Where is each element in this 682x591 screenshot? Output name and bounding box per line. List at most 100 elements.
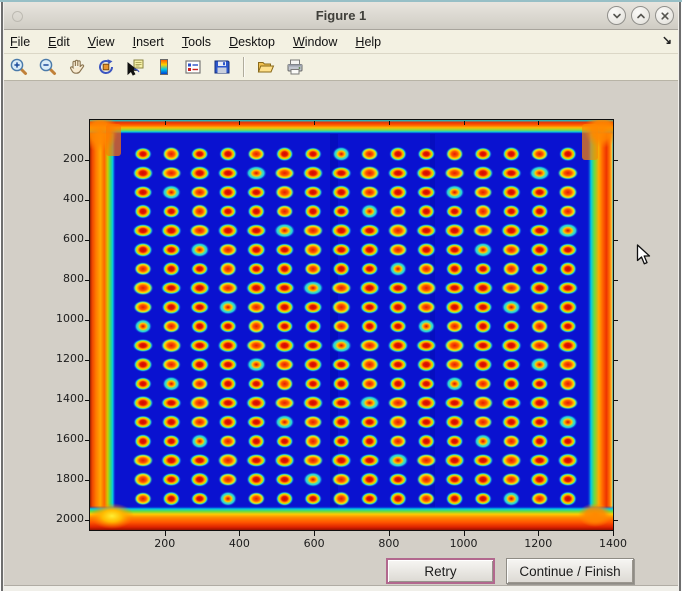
menu-window[interactable]: Window [284, 33, 346, 51]
spot [189, 280, 210, 295]
menu-file[interactable]: File [1, 33, 39, 51]
dock-figure-icon[interactable]: ↘ [662, 33, 672, 47]
data-cursor-button[interactable] [124, 56, 146, 78]
spot [417, 434, 435, 449]
spot [303, 472, 323, 487]
x-tick-mark [165, 531, 166, 536]
open-file-button[interactable] [255, 56, 277, 78]
spot [558, 358, 578, 372]
spot [531, 434, 549, 449]
colorbar-button[interactable] [153, 56, 175, 78]
hot-corner-bottom-left [90, 503, 134, 529]
spot [219, 491, 237, 506]
y-tick-mark-right [614, 520, 618, 521]
spot [501, 338, 522, 353]
spot [189, 339, 210, 353]
spot [275, 243, 295, 257]
save-button[interactable] [211, 56, 233, 78]
spot [274, 166, 295, 180]
spot [247, 492, 265, 506]
spot [274, 223, 295, 238]
spot [417, 492, 435, 506]
spot [474, 492, 492, 506]
spot [133, 242, 153, 257]
retry-button[interactable]: Retry [386, 558, 495, 584]
y-tick-mark-right [614, 160, 618, 161]
spot [302, 280, 323, 295]
y-tick-label: 800 [38, 272, 84, 285]
rotate-3d-button[interactable] [95, 56, 117, 78]
spot [529, 339, 550, 353]
spot [161, 243, 181, 257]
legend-button[interactable] [182, 56, 204, 78]
spot [472, 395, 493, 410]
spot [501, 166, 522, 180]
spot [331, 358, 351, 372]
hot-edge-left [90, 120, 116, 530]
chevron-down-icon [611, 10, 623, 22]
shade-button[interactable] [607, 6, 626, 25]
spot [161, 338, 182, 353]
spot [303, 357, 323, 372]
spot [557, 338, 578, 353]
spot [472, 166, 493, 181]
print-button[interactable] [284, 56, 306, 78]
zoom-in-button[interactable] [8, 56, 30, 78]
y-tick-label: 600 [38, 232, 84, 245]
spot [387, 223, 408, 238]
spot [417, 319, 435, 334]
y-tick-mark [85, 320, 90, 321]
close-button[interactable] [655, 6, 674, 25]
spot [219, 261, 237, 276]
titlebar[interactable]: Figure 1 [0, 2, 682, 30]
x-tick-label: 600 [292, 537, 336, 550]
menu-view[interactable]: View [79, 33, 124, 51]
continue-finish-button[interactable]: Continue / Finish [506, 558, 634, 584]
pan-button[interactable] [66, 56, 88, 78]
x-tick-label: 400 [217, 537, 261, 550]
spot [190, 242, 210, 257]
spot [303, 242, 323, 257]
menu-desktop[interactable]: Desktop [220, 33, 284, 51]
spot [247, 204, 265, 219]
spot [388, 300, 408, 315]
spot [190, 300, 210, 314]
spot [388, 415, 408, 430]
spot [133, 357, 153, 372]
spot [557, 453, 578, 468]
spot [416, 166, 437, 181]
spot [501, 358, 521, 372]
spot [132, 395, 153, 410]
menu-insert[interactable]: Insert [124, 33, 173, 51]
spot [275, 358, 295, 372]
spot [191, 204, 209, 219]
spot [360, 357, 380, 372]
x-tick-mark [389, 531, 390, 536]
spot [530, 242, 550, 257]
spot [219, 205, 237, 219]
spot [162, 205, 180, 219]
spot [133, 300, 153, 314]
spot [473, 185, 493, 199]
spot [162, 146, 180, 161]
menu-tools[interactable]: Tools [173, 33, 220, 51]
unshade-button[interactable] [631, 6, 650, 25]
spot [302, 454, 323, 468]
y-tick-mark-right [614, 480, 618, 481]
spot [302, 339, 323, 353]
spot [246, 454, 267, 468]
spot [134, 377, 152, 391]
menu-edit[interactable]: Edit [39, 33, 79, 51]
spot [274, 338, 295, 353]
spot [474, 262, 492, 276]
spot [276, 319, 294, 333]
menu-help[interactable]: Help [346, 33, 390, 51]
open-folder-icon [256, 57, 276, 77]
spot [276, 491, 294, 506]
spot [530, 300, 550, 314]
zoom-out-button[interactable] [37, 56, 59, 78]
spot [529, 166, 550, 181]
spot [218, 243, 238, 257]
spot [246, 300, 266, 314]
spot [162, 319, 180, 333]
